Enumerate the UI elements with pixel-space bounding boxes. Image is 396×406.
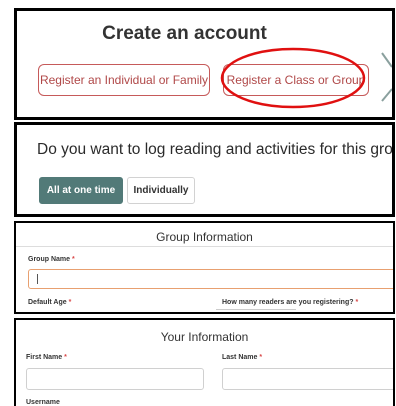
readers-count-label: How many readers are you registering? * (222, 299, 358, 306)
create-account-title: Create an account (102, 23, 267, 44)
register-individual-button[interactable]: Register an Individual or Family (38, 64, 210, 96)
username-label: Username (26, 399, 60, 406)
log-mode-panel: Do you want to log reading and activitie… (14, 122, 395, 217)
required-marker: * (71, 256, 75, 263)
required-marker: * (355, 299, 359, 306)
group-information-heading: Group Information (156, 230, 253, 244)
your-information-heading: Your Information (160, 330, 249, 344)
readers-count-input[interactable] (216, 309, 296, 310)
group-name-label: Group Name * (28, 256, 75, 263)
last-name-label-text: Last Name (222, 354, 258, 361)
carousel-chevron-icon[interactable] (380, 49, 394, 105)
group-name-input[interactable] (28, 269, 393, 289)
first-name-label-text: First Name (26, 354, 63, 361)
default-age-label-text: Default Age (28, 299, 67, 306)
section-divider (16, 246, 393, 247)
text-caret (37, 274, 38, 284)
default-age-label: Default Age * (28, 299, 71, 306)
your-information-panel: Your Information First Name * Last Name … (14, 318, 395, 406)
log-all-at-once-option[interactable]: All at one time (39, 177, 123, 204)
required-marker: * (64, 354, 67, 361)
register-group-button[interactable]: Register a Class or Group (223, 64, 369, 96)
required-marker: * (68, 299, 72, 306)
create-account-panel: Create an account Register an Individual… (14, 8, 395, 120)
group-information-panel: Group Information Group Name * Default A… (14, 221, 395, 314)
log-individually-option[interactable]: Individually (127, 177, 195, 204)
log-mode-question: Do you want to log reading and activitie… (37, 141, 395, 158)
last-name-input[interactable] (222, 368, 393, 390)
last-name-label: Last Name * (222, 354, 262, 361)
required-marker: * (259, 354, 263, 361)
readers-count-label-text: How many readers are you registering? (222, 299, 354, 306)
first-name-input[interactable] (26, 368, 204, 390)
first-name-label: First Name * (26, 354, 67, 361)
group-name-label-text: Group Name (28, 256, 71, 263)
